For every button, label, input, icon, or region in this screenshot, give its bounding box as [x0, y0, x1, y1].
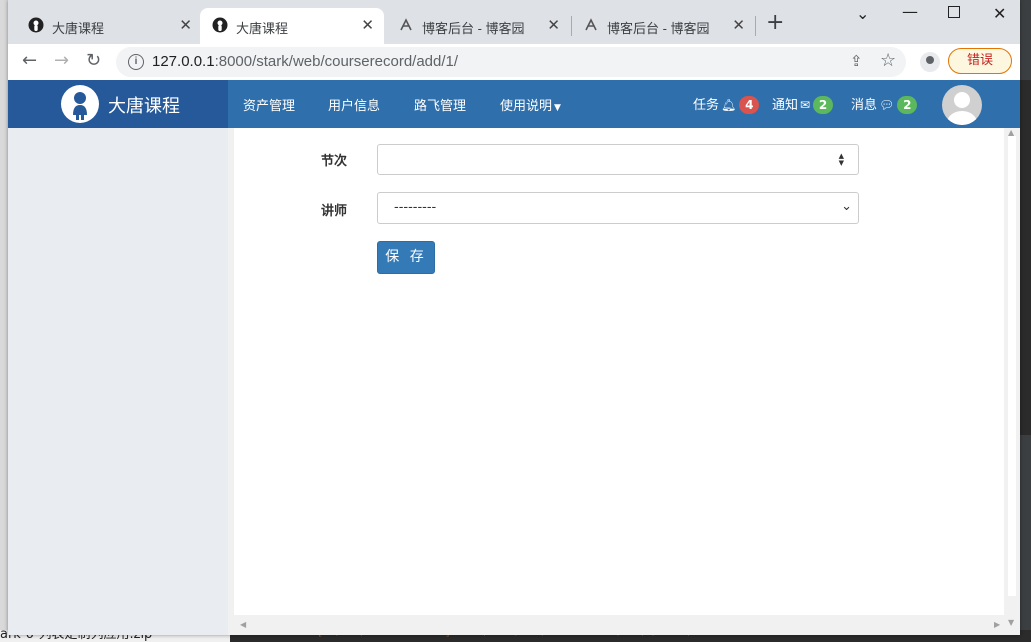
cnblogs-favicon-icon [400, 18, 412, 31]
tab-1[interactable]: 大唐课程 ✕ [16, 8, 202, 44]
scroll-left-arrow-icon[interactable]: ◀ [240, 620, 246, 629]
web-page: 大唐课程 资产管理 用户信息 路飞管理 使用说明 ▼ 任务 🔔︎ 4 通知 ✉ 2 消息 💬… [8, 80, 1020, 635]
messages-count-badge: 2 [897, 96, 918, 114]
top-navbar: 大唐课程 资产管理 用户信息 路飞管理 使用说明 ▼ 任务 🔔︎ 4 通知 ✉ 2 消息 💬… [8, 80, 1020, 128]
tab-title: 大唐课程 [52, 21, 105, 36]
main-content: 节次 ▲ ▼ 讲师 --------- ⌄ 保 存 [234, 128, 1004, 615]
scroll-thumb[interactable] [1008, 136, 1016, 596]
teacher-select[interactable]: --------- ⌄ [377, 192, 859, 224]
cnblogs-favicon-icon [585, 18, 597, 31]
new-tab-plus-icon[interactable]: + [766, 12, 784, 34]
url-host: 127.0.0.1 [152, 53, 215, 70]
url-text[interactable]: 127.0.0.1:8000/stark/web/courserecord/ad… [152, 53, 458, 70]
brand[interactable]: 大唐课程 [8, 80, 228, 128]
tab-title: 博客后台 - 博客园 [607, 21, 710, 36]
tab-4[interactable]: 博客后台 - 博客园 ✕ [571, 8, 755, 44]
teacher-label: 讲师 [321, 204, 348, 219]
site-info-icon[interactable]: i [128, 54, 144, 70]
tab-title: 大唐课程 [236, 21, 289, 36]
chevron-down-icon: ⌄ [841, 199, 852, 214]
brand-logo-icon [61, 85, 99, 123]
section-number-input[interactable]: ▲ ▼ [377, 144, 859, 175]
brand-name: 大唐课程 [108, 96, 180, 117]
vertical-scrollbar[interactable]: ▲ ▼ [1004, 128, 1020, 635]
back-arrow-icon[interactable]: ← [22, 50, 37, 71]
forward-arrow-icon[interactable]: → [54, 50, 69, 71]
chat-bubble-icon: 💬︎ [879, 98, 895, 112]
save-button[interactable]: 保 存 [377, 241, 435, 274]
tab-2-active[interactable]: 大唐课程 ✕ [200, 8, 384, 44]
share-icon[interactable]: ⇪ [850, 52, 863, 70]
messages-label: 消息 [851, 98, 878, 113]
notices-label: 通知 [772, 98, 799, 113]
sidebar [8, 128, 228, 635]
teacher-selected-value: --------- [394, 200, 437, 215]
tab-close-icon[interactable]: ✕ [179, 16, 192, 34]
notices-link[interactable]: 通知 ✉ 2 [772, 94, 834, 114]
menu-luffy-management[interactable]: 路飞管理 [414, 95, 466, 114]
maximize-icon[interactable] [948, 6, 960, 18]
browser-toolbar: ← → ↻ i 127.0.0.1:8000/stark/web/courser… [8, 44, 1020, 81]
reload-icon[interactable]: ↻ [86, 50, 101, 71]
notices-count-badge: 2 [813, 96, 834, 114]
background-ide [1020, 80, 1031, 435]
tab-close-icon[interactable]: ✕ [732, 16, 745, 34]
section-label: 节次 [321, 154, 348, 169]
background-desktop [0, 0, 8, 642]
tasks-link[interactable]: 任务 🔔︎ 4 [693, 94, 760, 114]
horizontal-scrollbar[interactable]: ◀ ▶ [234, 615, 1004, 635]
browser-window: 大唐课程 ✕ 大唐课程 ✕ 博客后台 - 博客园 ✕ 博客后台 - 博客园 ✕ … [8, 0, 1020, 635]
menu-asset-management[interactable]: 资产管理 [243, 95, 295, 114]
tab-separator [755, 16, 756, 36]
user-avatar[interactable] [942, 85, 982, 125]
tab-3[interactable]: 博客后台 - 博客园 ✕ [386, 8, 570, 44]
tab-close-icon[interactable]: ✕ [547, 16, 560, 34]
spinner-arrows-icon[interactable]: ▲ ▼ [839, 153, 844, 167]
site-favicon-icon [28, 17, 44, 33]
menu-usage-guide-label: 使用说明 [500, 99, 553, 114]
menu-usage-guide[interactable]: 使用说明 ▼ [500, 95, 561, 114]
bookmark-star-icon[interactable]: ☆ [880, 50, 896, 71]
profile-icon[interactable] [920, 52, 940, 72]
tasks-label: 任务 [693, 98, 720, 113]
error-button[interactable]: 错误 [948, 48, 1012, 74]
tab-strip: 大唐课程 ✕ 大唐课程 ✕ 博客后台 - 博客园 ✕ 博客后台 - 博客园 ✕ … [8, 0, 1020, 44]
site-favicon-icon [212, 17, 228, 33]
url-path: :8000/stark/web/courserecord/add/1/ [214, 53, 459, 70]
bell-icon: 🔔︎ [721, 98, 737, 112]
scroll-right-arrow-icon[interactable]: ▶ [994, 620, 1000, 629]
tab-close-icon[interactable]: ✕ [361, 16, 374, 34]
scroll-down-arrow-icon[interactable]: ▼ [1008, 618, 1014, 627]
close-window-icon[interactable]: ✕ [993, 4, 1006, 23]
address-bar[interactable]: i 127.0.0.1:8000/stark/web/courserecord/… [116, 47, 906, 77]
minimize-icon[interactable]: — [902, 2, 918, 21]
tasks-count-badge: 4 [739, 96, 760, 114]
menu-user-info[interactable]: 用户信息 [328, 95, 380, 114]
messages-link[interactable]: 消息 💬︎ 2 [851, 94, 918, 114]
envelope-icon: ✉ [800, 98, 811, 112]
tab-title: 博客后台 - 博客园 [422, 21, 525, 36]
chevron-down-icon[interactable]: ⌄ [856, 4, 869, 23]
caret-down-icon: ▼ [554, 103, 561, 113]
